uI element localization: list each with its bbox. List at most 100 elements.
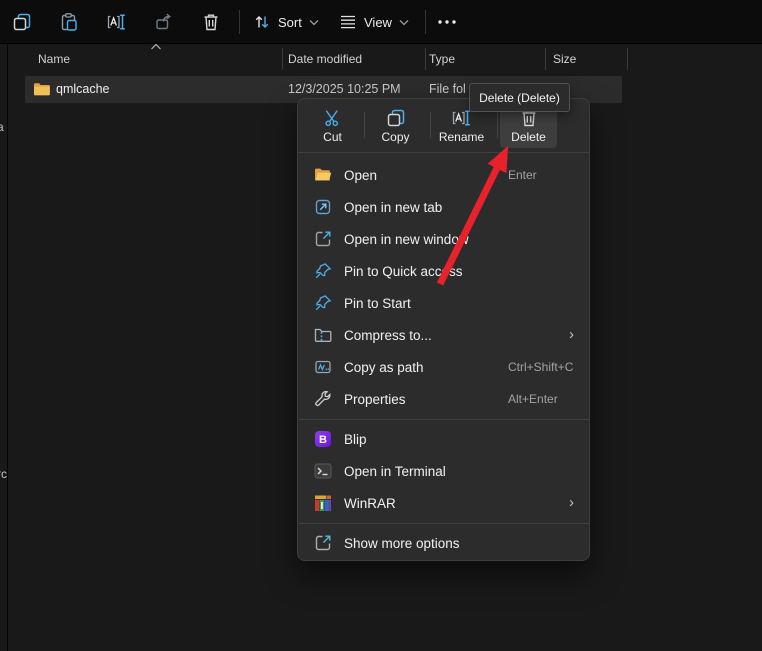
pin-icon bbox=[314, 262, 332, 280]
menu-item-label: WinRAR bbox=[344, 496, 396, 511]
tree-chevron-icon[interactable]: › bbox=[0, 278, 7, 292]
tree-chevron-icon[interactable]: › bbox=[0, 310, 7, 324]
folder-icon bbox=[33, 81, 50, 97]
submenu-chevron-icon: › bbox=[569, 488, 574, 518]
column-header-date-modified[interactable]: Date modified bbox=[288, 47, 362, 71]
menu-item-label: Open bbox=[344, 168, 377, 183]
menu-item-label: Copy as path bbox=[344, 360, 424, 375]
share-icon bbox=[154, 12, 174, 32]
menu-item-label: Open in new tab bbox=[344, 200, 442, 215]
copy-button[interactable]: Copy bbox=[367, 103, 424, 148]
rename-button[interactable] bbox=[99, 4, 135, 40]
chevron-down-icon bbox=[309, 19, 319, 26]
command-bar-divider bbox=[497, 112, 498, 138]
tree-chevron-icon[interactable]: › bbox=[0, 183, 7, 197]
menu-item-shortcut: Enter bbox=[508, 160, 537, 190]
wrench-icon bbox=[314, 390, 332, 408]
toolbar-divider bbox=[425, 10, 426, 34]
toolbar-divider bbox=[239, 10, 240, 34]
open-folder-icon bbox=[314, 166, 332, 184]
menu-item-label: Properties bbox=[344, 392, 406, 407]
trash-icon bbox=[201, 12, 221, 32]
open-new-tab-icon bbox=[314, 198, 332, 216]
menu-item-pin-to-start[interactable]: Pin to Start bbox=[302, 288, 587, 318]
copy-path-icon bbox=[314, 358, 332, 376]
column-divider[interactable] bbox=[425, 48, 426, 70]
menu-separator bbox=[299, 523, 590, 524]
menu-item-label: Show more options bbox=[344, 536, 460, 551]
pin-icon bbox=[314, 294, 332, 312]
delete-button[interactable] bbox=[193, 4, 229, 40]
column-header-size[interactable]: Size bbox=[553, 47, 576, 71]
tree-chevron-icon[interactable]: › bbox=[0, 373, 7, 387]
menu-item-label: Open in new window bbox=[344, 232, 469, 247]
tree-chevron-icon[interactable]: › bbox=[0, 341, 7, 355]
file-name: qmlcache bbox=[56, 76, 110, 103]
winrar-icon bbox=[314, 494, 332, 512]
view-icon bbox=[339, 14, 357, 30]
file-explorer-window: Sort View a bbox=[0, 0, 762, 651]
context-menu: Cut Copy bbox=[297, 98, 590, 561]
column-header-name[interactable]: Name bbox=[38, 47, 70, 71]
scissors-icon bbox=[323, 108, 343, 128]
menu-item-label: Blip bbox=[344, 432, 367, 447]
menu-separator bbox=[299, 419, 590, 420]
command-bar-divider bbox=[364, 112, 365, 138]
column-divider[interactable] bbox=[627, 48, 628, 70]
menu-item-shortcut: Alt+Enter bbox=[508, 384, 558, 414]
menu-item-open[interactable]: Open Enter bbox=[302, 160, 587, 190]
sort-label: Sort bbox=[278, 15, 302, 30]
column-divider[interactable] bbox=[545, 48, 546, 70]
copy-label: Copy bbox=[381, 130, 409, 144]
pane-divider bbox=[7, 44, 8, 651]
menu-item-compress-to[interactable]: Compress to... › bbox=[302, 320, 587, 350]
view-button[interactable]: View bbox=[333, 4, 415, 40]
menu-item-blip[interactable]: B Blip bbox=[302, 424, 587, 454]
cut-label: Cut bbox=[323, 130, 342, 144]
command-toolbar: Sort View bbox=[0, 0, 762, 44]
more-options-button[interactable] bbox=[429, 4, 465, 40]
delete-label: Delete bbox=[511, 130, 546, 144]
zip-folder-icon bbox=[314, 326, 332, 344]
rename-label: Rename bbox=[439, 130, 484, 144]
chevron-down-icon bbox=[399, 19, 409, 26]
menu-item-show-more-options[interactable]: Show more options bbox=[302, 528, 587, 558]
show-more-icon bbox=[314, 534, 332, 552]
menu-item-label: Open in Terminal bbox=[344, 464, 446, 479]
nav-pane-text-fragment: a bbox=[0, 121, 4, 134]
menu-item-properties[interactable]: Properties Alt+Enter bbox=[302, 384, 587, 414]
sort-icon bbox=[253, 13, 271, 31]
ellipsis-icon bbox=[437, 19, 457, 25]
menu-item-label: Pin to Start bbox=[344, 296, 411, 311]
rename-icon bbox=[106, 12, 128, 32]
column-divider[interactable] bbox=[282, 48, 283, 70]
tree-chevron-icon[interactable]: › bbox=[0, 215, 7, 229]
view-label: View bbox=[364, 15, 392, 30]
open-new-window-icon bbox=[314, 230, 332, 248]
menu-item-shortcut: Ctrl+Shift+C bbox=[508, 352, 573, 382]
blip-letter: B bbox=[319, 434, 327, 446]
paste-icon bbox=[59, 12, 79, 32]
delete-tooltip: Delete (Delete) bbox=[469, 83, 570, 112]
submenu-chevron-icon: › bbox=[569, 320, 574, 350]
menu-item-open-in-terminal[interactable]: Open in Terminal bbox=[302, 456, 587, 486]
column-header-type[interactable]: Type bbox=[429, 47, 455, 71]
blip-icon: B bbox=[314, 430, 332, 448]
sort-button[interactable]: Sort bbox=[247, 4, 325, 40]
menu-item-open-in-new-tab[interactable]: Open in new tab bbox=[302, 192, 587, 222]
menu-item-winrar[interactable]: WinRAR › bbox=[302, 488, 587, 518]
menu-item-label: Compress to... bbox=[344, 328, 432, 343]
menu-item-label: Pin to Quick access bbox=[344, 264, 463, 279]
menu-item-open-in-new-window[interactable]: Open in new window bbox=[302, 224, 587, 254]
command-bar-divider bbox=[430, 112, 431, 138]
cut-button[interactable]: Cut bbox=[304, 103, 361, 148]
menu-item-pin-to-quick-access[interactable]: Pin to Quick access bbox=[302, 256, 587, 286]
menu-item-copy-as-path[interactable]: Copy as path Ctrl+Shift+C bbox=[302, 352, 587, 382]
nav-pane-text-fragment: rc bbox=[0, 468, 7, 481]
copy-icon bbox=[386, 108, 406, 128]
copy-button[interactable] bbox=[4, 4, 40, 40]
share-button[interactable] bbox=[146, 4, 182, 40]
terminal-icon bbox=[314, 462, 332, 480]
tree-chevron-icon[interactable]: › bbox=[0, 246, 7, 260]
paste-button[interactable] bbox=[51, 4, 87, 40]
